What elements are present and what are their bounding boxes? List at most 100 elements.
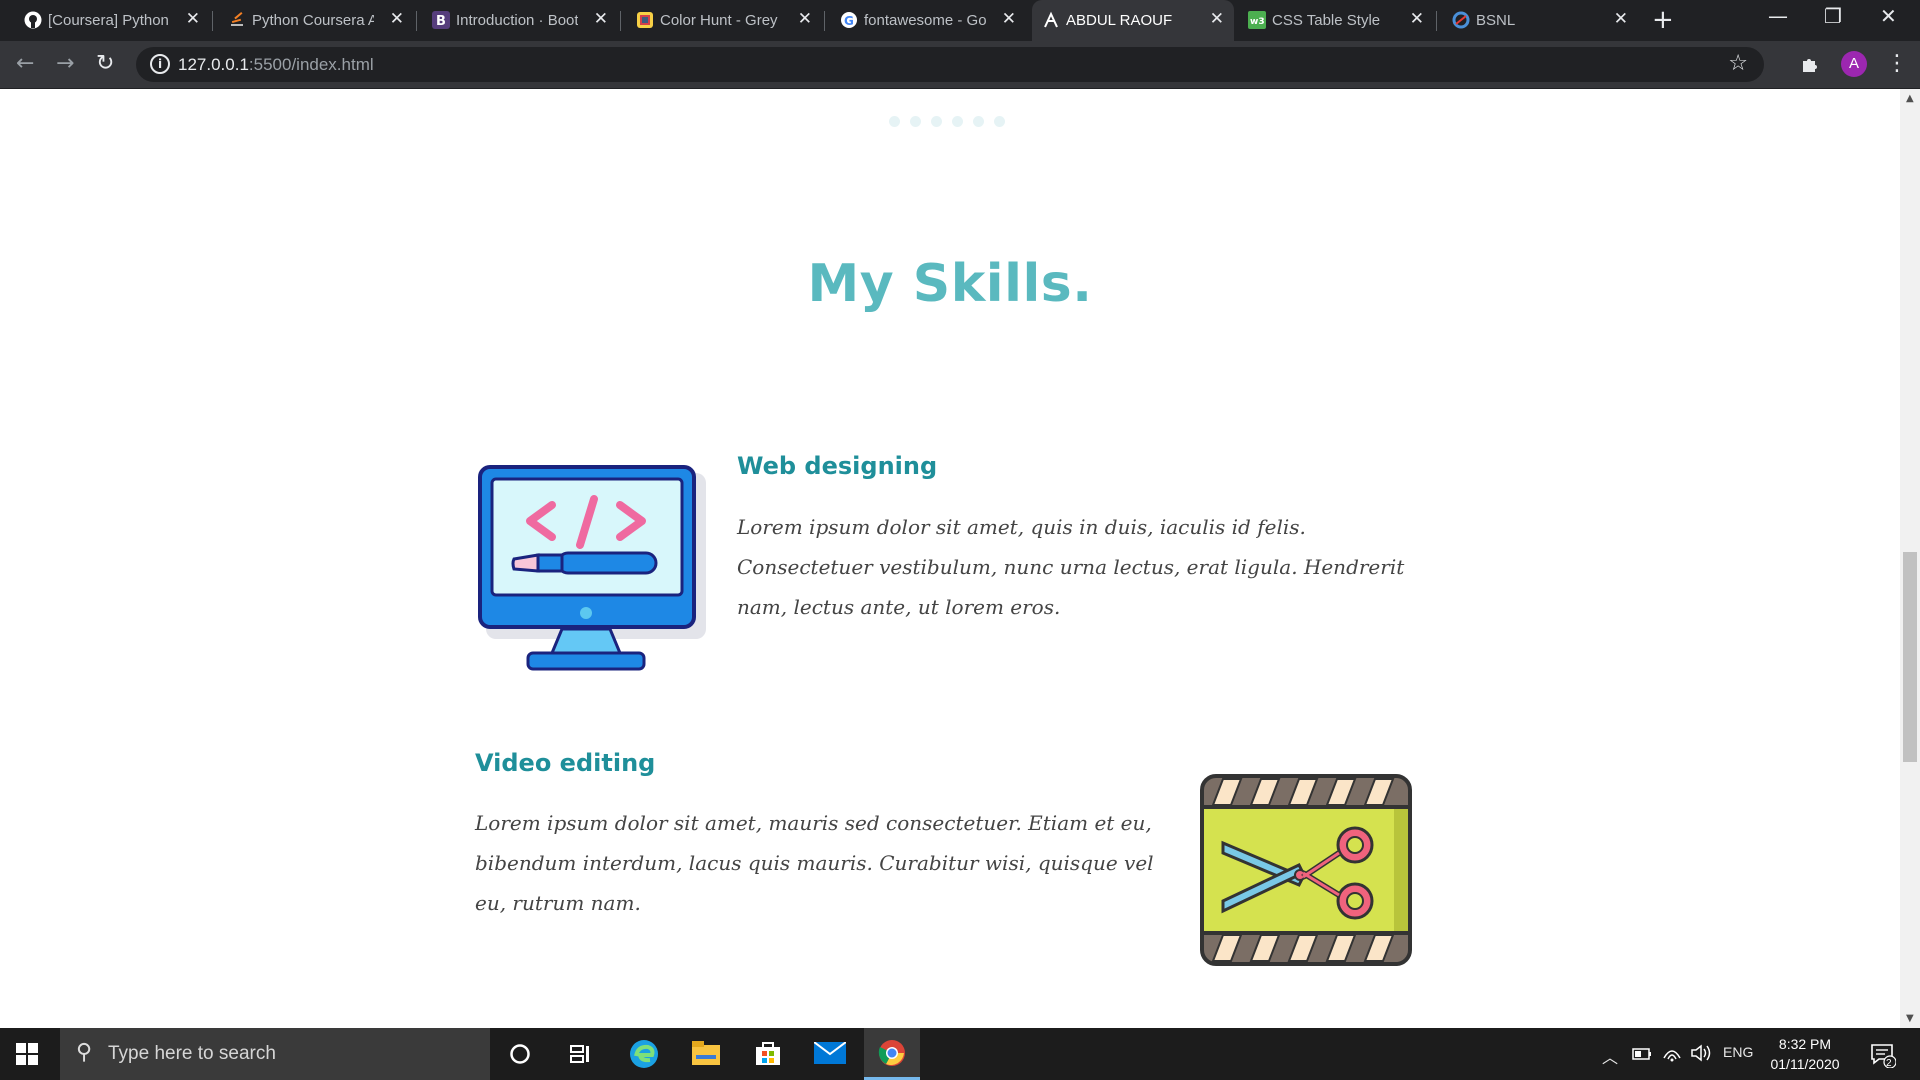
url-path: :5500/index.html bbox=[248, 55, 374, 74]
windows-start-icon[interactable] bbox=[16, 1043, 38, 1065]
clock-date: 01/11/2020 bbox=[1770, 1056, 1840, 1072]
edge-icon bbox=[630, 1040, 658, 1068]
browser-tab-strip: [Coursera] Python ✕ Python Coursera A ✕ … bbox=[0, 0, 1920, 41]
carousel-dot[interactable] bbox=[994, 116, 1005, 127]
system-clock[interactable]: 8:32 PM 01/11/2020 bbox=[1758, 1034, 1852, 1074]
close-icon[interactable]: ✕ bbox=[1002, 9, 1016, 29]
menu-kebab-icon[interactable]: ⋮ bbox=[1886, 51, 1908, 76]
tab-python-coursera[interactable]: Python Coursera A ✕ bbox=[218, 0, 414, 41]
taskbar-search-box[interactable]: ⚲ Type here to search bbox=[60, 1028, 490, 1080]
tab-title: Introduction · Boot bbox=[456, 12, 578, 29]
task-view-icon bbox=[570, 1045, 589, 1063]
scroll-up-arrow-icon[interactable]: ▲ bbox=[1906, 93, 1914, 104]
close-icon[interactable]: ✕ bbox=[1210, 9, 1224, 29]
colorhunt-icon bbox=[637, 12, 653, 28]
reload-icon[interactable]: ↻ bbox=[96, 51, 114, 76]
extensions-puzzle-icon[interactable] bbox=[1800, 54, 1820, 74]
bsnl-icon bbox=[1452, 11, 1470, 29]
cortana-circle-icon bbox=[510, 1044, 530, 1064]
close-icon[interactable]: ✕ bbox=[186, 9, 200, 29]
carousel-dot[interactable] bbox=[889, 116, 900, 127]
close-icon[interactable]: ✕ bbox=[594, 9, 608, 29]
tab-title: Python Coursera A bbox=[252, 12, 374, 29]
github-icon bbox=[24, 11, 42, 29]
section-heading: My Skills. bbox=[807, 254, 1093, 314]
address-bar[interactable]: i 127.0.0.1:5500/index.html ☆ bbox=[136, 47, 1764, 82]
tab-bsnl[interactable]: BSNL ✕ bbox=[1442, 0, 1638, 41]
close-icon[interactable]: ✕ bbox=[1614, 9, 1628, 29]
site-logo-icon bbox=[1044, 11, 1058, 28]
minimize-button[interactable]: — bbox=[1768, 4, 1788, 28]
clock-time: 8:32 PM bbox=[1778, 1036, 1832, 1052]
carousel-dot[interactable] bbox=[973, 116, 984, 127]
page-viewport: My Skills. Web designing Lorem ipsum dol… bbox=[0, 89, 1900, 1028]
mail-envelope-icon bbox=[814, 1042, 846, 1064]
svg-text:B: B bbox=[436, 14, 446, 29]
tab-abdul-raouf[interactable]: ABDUL RAOUF ✕ bbox=[1032, 0, 1234, 41]
back-arrow-icon[interactable]: ← bbox=[16, 51, 34, 76]
task-view-button[interactable] bbox=[552, 1028, 608, 1080]
tab-title: BSNL bbox=[1476, 12, 1516, 29]
tab-title: CSS Table Style bbox=[1272, 12, 1381, 29]
url-host: 127.0.0.1 bbox=[178, 55, 249, 74]
carousel-dot[interactable] bbox=[910, 116, 921, 127]
search-placeholder: Type here to search bbox=[108, 1043, 276, 1064]
tab-color-hunt[interactable]: Color Hunt - Grey ✕ bbox=[626, 0, 822, 41]
forward-arrow-icon[interactable]: → bbox=[56, 51, 74, 76]
tab-bootstrap[interactable]: B Introduction · Boot ✕ bbox=[422, 0, 618, 41]
cortana-button[interactable] bbox=[492, 1028, 548, 1080]
tab-fontawesome-google[interactable]: G fontawesome - Go ✕ bbox=[830, 0, 1026, 41]
w3schools-icon: w3 bbox=[1248, 11, 1266, 29]
search-icon: ⚲ bbox=[76, 1040, 93, 1065]
tab-css-table-style[interactable]: w3 CSS Table Style ✕ bbox=[1238, 0, 1434, 41]
svg-text:w3: w3 bbox=[1250, 17, 1265, 27]
url-text[interactable]: 127.0.0.1:5500/index.html bbox=[178, 55, 374, 75]
file-explorer-button[interactable] bbox=[678, 1028, 734, 1080]
tab-title: [Coursera] Python bbox=[48, 12, 169, 29]
scrollbar-thumb[interactable] bbox=[1903, 552, 1917, 762]
notification-count-badge: 2 bbox=[1886, 1058, 1892, 1069]
new-tab-button[interactable]: + bbox=[1652, 5, 1674, 35]
scroll-down-arrow-icon[interactable]: ▼ bbox=[1906, 1013, 1914, 1024]
tab-title: ABDUL RAOUF bbox=[1066, 12, 1173, 29]
battery-icon[interactable] bbox=[1632, 1047, 1652, 1061]
volume-speaker-icon[interactable] bbox=[1690, 1044, 1712, 1062]
chrome-icon bbox=[878, 1040, 905, 1066]
monitor-code-icon bbox=[478, 465, 706, 671]
wifi-icon[interactable] bbox=[1662, 1044, 1682, 1062]
bookmark-star-icon[interactable]: ☆ bbox=[1728, 51, 1748, 76]
action-center-icon[interactable] bbox=[1870, 1042, 1896, 1068]
carousel-dot[interactable] bbox=[952, 116, 963, 127]
svg-text:G: G bbox=[844, 14, 854, 28]
skill-title: Web designing bbox=[737, 452, 938, 480]
close-icon[interactable]: ✕ bbox=[390, 9, 404, 29]
window-close-button[interactable]: ✕ bbox=[1880, 4, 1897, 28]
carousel-dot[interactable] bbox=[931, 116, 942, 127]
stackoverflow-icon bbox=[231, 12, 243, 26]
store-app-button[interactable] bbox=[740, 1028, 796, 1080]
restore-button[interactable]: ❐ bbox=[1824, 4, 1842, 28]
page-scrollbar[interactable]: ▲ ▼ bbox=[1900, 89, 1920, 1028]
bootstrap-icon: B bbox=[432, 11, 450, 29]
show-hidden-icons-chevron-icon[interactable]: ︿ bbox=[1602, 1044, 1618, 1068]
skill-description: Lorem ipsum dolor sit amet, mauris sed c… bbox=[475, 811, 1154, 915]
close-icon[interactable]: ✕ bbox=[1410, 9, 1424, 29]
close-icon[interactable]: ✕ bbox=[798, 9, 812, 29]
skill-description: Lorem ipsum dolor sit amet, quis in duis… bbox=[737, 515, 1405, 619]
skill-title: Video editing bbox=[475, 749, 656, 777]
windows-taskbar: ⚲ Type here to search ︿ ENG 8:32 PM 01/1… bbox=[0, 1028, 1920, 1080]
google-icon: G bbox=[841, 12, 857, 28]
chrome-app-button[interactable] bbox=[864, 1028, 920, 1080]
edge-app-button[interactable] bbox=[616, 1028, 672, 1080]
tab-title: fontawesome - Go bbox=[864, 12, 986, 29]
folder-icon bbox=[692, 1041, 720, 1065]
film-scissors-icon bbox=[1200, 774, 1412, 966]
language-indicator[interactable]: ENG bbox=[1723, 1044, 1753, 1060]
profile-avatar[interactable]: A bbox=[1841, 51, 1867, 77]
site-info-icon[interactable]: i bbox=[150, 54, 170, 74]
browser-toolbar: ← → ↻ i 127.0.0.1:5500/index.html ☆ A ⋮ bbox=[0, 41, 1920, 89]
tab-coursera-python[interactable]: [Coursera] Python ✕ bbox=[14, 0, 210, 41]
mail-app-button[interactable] bbox=[802, 1028, 858, 1080]
store-bag-icon bbox=[756, 1042, 780, 1065]
tab-title: Color Hunt - Grey bbox=[660, 12, 778, 29]
